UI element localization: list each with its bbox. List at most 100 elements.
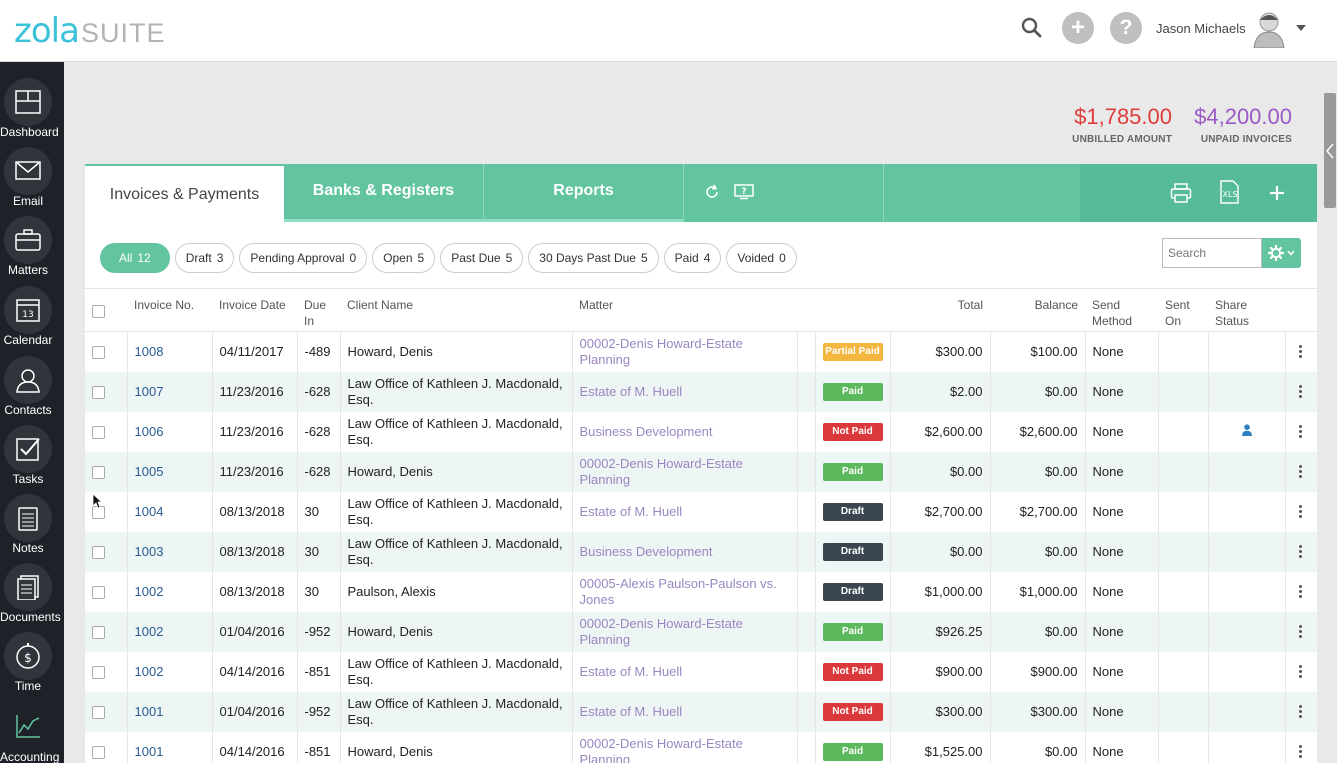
- col-client-name[interactable]: Client Name: [340, 288, 572, 332]
- matter-link[interactable]: Business Development: [580, 424, 713, 439]
- sidebar-item-dashboard[interactable]: Dashboard: [0, 70, 64, 140]
- row-checkbox[interactable]: [92, 465, 105, 479]
- row-checkbox[interactable]: [92, 425, 105, 439]
- sidebar-item-calendar[interactable]: 13 Calendar: [0, 278, 64, 348]
- row-menu-kebab-icon[interactable]: [1299, 665, 1303, 678]
- sidebar-item-notes[interactable]: Notes: [0, 486, 64, 556]
- invoice-no-link[interactable]: 1001: [135, 744, 164, 759]
- row-checkbox[interactable]: [92, 585, 105, 599]
- filter-open[interactable]: Open 5: [372, 243, 436, 273]
- col-share-status[interactable]: Share Status: [1208, 288, 1285, 332]
- matter-link[interactable]: 00002-Denis Howard-Estate Planning: [580, 736, 743, 763]
- matter-link[interactable]: Estate of M. Huell: [580, 504, 683, 519]
- col-invoice-date[interactable]: Invoice Date: [212, 288, 297, 332]
- sidebar-item-tasks[interactable]: Tasks: [0, 417, 64, 487]
- row-menu-kebab-icon[interactable]: [1299, 545, 1303, 558]
- collapse-panel-chevron-left-icon[interactable]: [1325, 143, 1335, 159]
- filter-voided[interactable]: Voided 0: [726, 243, 797, 273]
- matter-link[interactable]: Business Development: [580, 544, 713, 559]
- row-checkbox[interactable]: [92, 345, 105, 359]
- filter-past-due[interactable]: Past Due 5: [440, 243, 524, 273]
- matter-link[interactable]: 00002-Denis Howard-Estate Planning: [580, 616, 743, 647]
- invoice-no-link[interactable]: 1007: [135, 384, 164, 399]
- col-invoice-no[interactable]: Invoice No.: [127, 288, 212, 332]
- invoice-no-link[interactable]: 1002: [135, 584, 164, 599]
- shared-user-icon[interactable]: [1241, 423, 1252, 436]
- col-balance[interactable]: Balance: [990, 288, 1085, 332]
- invoice-no-link[interactable]: 1002: [135, 664, 164, 679]
- table-row[interactable]: 1001 01/04/2016 -952 Law Office of Kathleen…: [85, 691, 1317, 732]
- search-input[interactable]: Search: [1162, 238, 1262, 268]
- matter-link[interactable]: 00005-Alexis Paulson-Paulson vs. Jones: [580, 576, 777, 607]
- table-row[interactable]: 1006 11/23/2016 -628 Law Office of Kathleen…: [85, 411, 1317, 452]
- col-send-method[interactable]: Send Method: [1085, 288, 1158, 332]
- col-matter[interactable]: Matter: [572, 288, 797, 332]
- row-menu-kebab-icon[interactable]: [1299, 345, 1303, 359]
- table-row[interactable]: 1004 08/13/2018 30 Law Office of Kathleen J…: [85, 491, 1317, 532]
- sidebar-item-contacts[interactable]: Contacts: [0, 348, 64, 418]
- user-menu-chevron-down-icon[interactable]: [1296, 25, 1306, 31]
- row-menu-kebab-icon[interactable]: [1299, 505, 1303, 518]
- matter-link[interactable]: Estate of M. Huell: [580, 384, 683, 399]
- table-row[interactable]: 1001 04/14/2016 -851 Howard, Denis 00002-Den…: [85, 731, 1317, 763]
- row-menu-kebab-icon[interactable]: [1299, 385, 1303, 398]
- table-row[interactable]: 1003 08/13/2018 30 Law Office of Kathleen J…: [85, 531, 1317, 572]
- row-menu-kebab-icon[interactable]: [1299, 625, 1303, 638]
- row-checkbox[interactable]: [92, 665, 105, 679]
- avatar[interactable]: [1250, 8, 1288, 48]
- tab-reports[interactable]: Reports: [484, 164, 684, 222]
- row-checkbox[interactable]: [92, 545, 105, 559]
- invoice-no-link[interactable]: 1003: [135, 544, 164, 559]
- table-row[interactable]: 1002 08/13/2018 30 Paulson, Alexis 00005-Ale…: [85, 571, 1317, 612]
- xls-export-icon[interactable]: XLS: [1218, 180, 1244, 204]
- table-row[interactable]: 1007 11/23/2016 -628 Law Office of Kathleen…: [85, 371, 1317, 412]
- print-icon[interactable]: [1170, 182, 1192, 204]
- matter-link[interactable]: 00002-Denis Howard-Estate Planning: [580, 336, 743, 367]
- row-menu-kebab-icon[interactable]: [1299, 585, 1303, 598]
- filter-draft[interactable]: Draft 3: [174, 243, 235, 273]
- matter-link[interactable]: Estate of M. Huell: [580, 704, 683, 719]
- invoice-no-link[interactable]: 1006: [135, 424, 164, 439]
- invoice-no-link[interactable]: 1002: [135, 624, 164, 639]
- sidebar-item-matters[interactable]: Matters: [0, 208, 64, 278]
- sidebar-item-email[interactable]: Email: [0, 139, 64, 209]
- filter-paid[interactable]: Paid 4: [663, 243, 722, 273]
- col-total[interactable]: Total: [890, 288, 990, 332]
- matter-link[interactable]: Estate of M. Huell: [580, 664, 683, 679]
- search-options-button[interactable]: [1262, 238, 1301, 268]
- col-sent-on[interactable]: Sent On: [1158, 288, 1208, 332]
- table-row[interactable]: 1002 04/14/2016 -851 Law Office of Kathleen…: [85, 651, 1317, 692]
- invoice-no-link[interactable]: 1004: [135, 504, 164, 519]
- user-name[interactable]: Jason Michaels: [1156, 21, 1246, 36]
- row-menu-kebab-icon[interactable]: [1299, 425, 1303, 438]
- tab-invoices-payments[interactable]: Invoices & Payments: [85, 166, 284, 222]
- screen-help-icon[interactable]: ?: [734, 184, 754, 200]
- select-all-checkbox[interactable]: [92, 305, 105, 319]
- table-row[interactable]: 1008 04/11/2017 -489 Howard, Denis 00002-Den…: [85, 331, 1317, 372]
- filter-30-days-past-due[interactable]: 30 Days Past Due 5: [528, 243, 659, 273]
- row-menu-kebab-icon[interactable]: [1299, 705, 1303, 718]
- filter-all[interactable]: All 12: [100, 243, 170, 273]
- invoice-no-link[interactable]: 1001: [135, 704, 164, 719]
- row-menu-kebab-icon[interactable]: [1299, 745, 1303, 758]
- sidebar-item-documents[interactable]: Documents: [0, 555, 64, 625]
- row-checkbox[interactable]: [92, 705, 105, 719]
- sidebar-item-time[interactable]: $ Time: [0, 624, 64, 694]
- tab-banks-registers[interactable]: Banks & Registers: [284, 164, 484, 222]
- row-checkbox[interactable]: [92, 385, 105, 399]
- invoice-no-link[interactable]: 1005: [135, 464, 164, 479]
- add-button[interactable]: +: [1062, 12, 1094, 44]
- search-icon[interactable]: [1020, 16, 1044, 40]
- table-row[interactable]: 1005 11/23/2016 -628 Howard, Denis 00002-Den…: [85, 451, 1317, 492]
- table-row[interactable]: 1002 01/04/2016 -952 Howard, Denis 00002-Den…: [85, 611, 1317, 652]
- refresh-icon[interactable]: [704, 184, 720, 200]
- matter-link[interactable]: 00002-Denis Howard-Estate Planning: [580, 456, 743, 487]
- row-menu-kebab-icon[interactable]: [1299, 465, 1303, 478]
- filter-pending-approval[interactable]: Pending Approval 0: [239, 243, 368, 273]
- help-button[interactable]: ?: [1110, 12, 1142, 44]
- row-checkbox[interactable]: [92, 625, 105, 639]
- col-due-in[interactable]: Due In: [297, 288, 340, 332]
- row-checkbox[interactable]: [92, 745, 105, 759]
- sidebar-item-accounting[interactable]: Accounting: [0, 694, 64, 763]
- add-invoice-plus-icon[interactable]: [1268, 184, 1286, 202]
